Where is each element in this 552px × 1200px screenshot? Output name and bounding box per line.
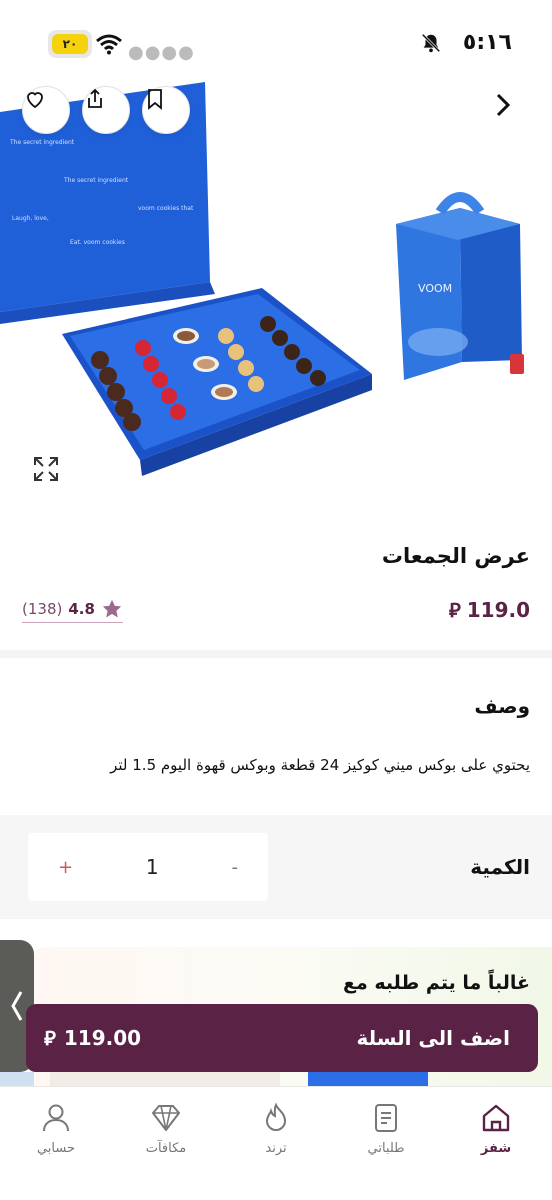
- svg-text:VOOM: VOOM: [418, 282, 452, 295]
- home-icon: [482, 1104, 510, 1132]
- product-price: ⃁ 119.0: [449, 597, 530, 623]
- quantity-section: الكمية + 1 -: [0, 815, 552, 919]
- nav-rewards[interactable]: مكافآت: [126, 1101, 206, 1156]
- bookmark-icon: [148, 89, 162, 110]
- nav-label: ترند: [265, 1141, 287, 1156]
- section-divider: [0, 650, 552, 658]
- orders-icon: [375, 1104, 397, 1132]
- bottom-nav: شفز طلباتي ترند مكافآت حسابي: [0, 1086, 552, 1200]
- share-button[interactable]: [82, 86, 130, 134]
- riyal-icon: ⃁: [44, 1026, 56, 1050]
- cart-label: اضف الى السلة: [356, 1026, 510, 1050]
- bookmark-button[interactable]: [142, 86, 190, 134]
- svg-text:The secret ingredient: The secret ingredient: [9, 139, 75, 146]
- favorite-button[interactable]: [22, 86, 70, 134]
- nav-label: مكافآت: [145, 1141, 187, 1156]
- quantity-value: 1: [145, 855, 159, 879]
- nav-profile[interactable]: حسابي: [16, 1101, 96, 1156]
- rating-link[interactable]: (138) 4.8: [22, 598, 123, 623]
- share-icon: [88, 88, 102, 108]
- expand-icon[interactable]: [32, 455, 60, 483]
- description-text: يحتوي على بوكس ميني كوكيز 24 قطعة وبوكس …: [110, 756, 530, 774]
- signal-icon: ●●●●: [128, 42, 195, 63]
- description-heading: وصف: [474, 694, 530, 718]
- star-icon: [102, 599, 122, 618]
- svg-text:Eat. voom cookies: Eat. voom cookies: [70, 239, 125, 246]
- nav-label: شفز: [480, 1141, 512, 1156]
- nav-orders[interactable]: طلباتي: [346, 1101, 426, 1156]
- quantity-stepper: + 1 -: [28, 833, 268, 901]
- rating-value: 4.8: [68, 600, 95, 618]
- price-value: 119.0: [466, 598, 530, 622]
- bell-off-icon: [421, 33, 441, 53]
- battery-indicator: ٢٠: [52, 34, 88, 54]
- nav-home[interactable]: شفز: [456, 1101, 536, 1156]
- increment-button[interactable]: +: [58, 857, 73, 878]
- chevron-left-icon: [11, 991, 23, 1021]
- quantity-label: الكمية: [470, 855, 530, 879]
- svg-text:The secret ingredient: The secret ingredient: [63, 177, 129, 184]
- decrement-button[interactable]: -: [231, 857, 238, 878]
- product-title: عرض الجمعات: [381, 544, 530, 568]
- status-time: ٥:١٦: [462, 30, 512, 55]
- rating-count: (138): [22, 600, 63, 618]
- suggestions-title: غالباً ما يتم طلبه مع: [343, 972, 530, 994]
- product-image[interactable]: The secret ingredient The secret ingredi…: [0, 72, 552, 512]
- nav-label: طلباتي: [367, 1141, 405, 1156]
- nav-label: حسابي: [36, 1141, 76, 1156]
- wifi-icon: [96, 34, 122, 55]
- next-image-button[interactable]: [494, 92, 522, 126]
- cart-price-value: 119.00: [63, 1026, 142, 1050]
- chevron-right-icon: [496, 93, 511, 117]
- svg-text:Laugh, love,: Laugh, love,: [12, 215, 49, 222]
- cart-price: ⃁ 119.00: [44, 1025, 141, 1051]
- flame-icon: [265, 1102, 287, 1131]
- diamond-icon: [152, 1105, 180, 1131]
- nav-trend[interactable]: ترند: [236, 1101, 316, 1156]
- status-bar: ٥:١٦ ٢٠ ●●●●: [0, 0, 552, 80]
- product-illustration: The secret ingredient The secret ingredi…: [0, 82, 524, 476]
- add-to-cart-button[interactable]: ⃁ 119.00 اضف الى السلة: [26, 1004, 538, 1072]
- svg-text:voom cookies that: voom cookies that: [138, 205, 194, 212]
- riyal-icon: ⃁: [448, 598, 461, 622]
- profile-icon: [43, 1104, 69, 1132]
- heart-icon: [27, 92, 43, 109]
